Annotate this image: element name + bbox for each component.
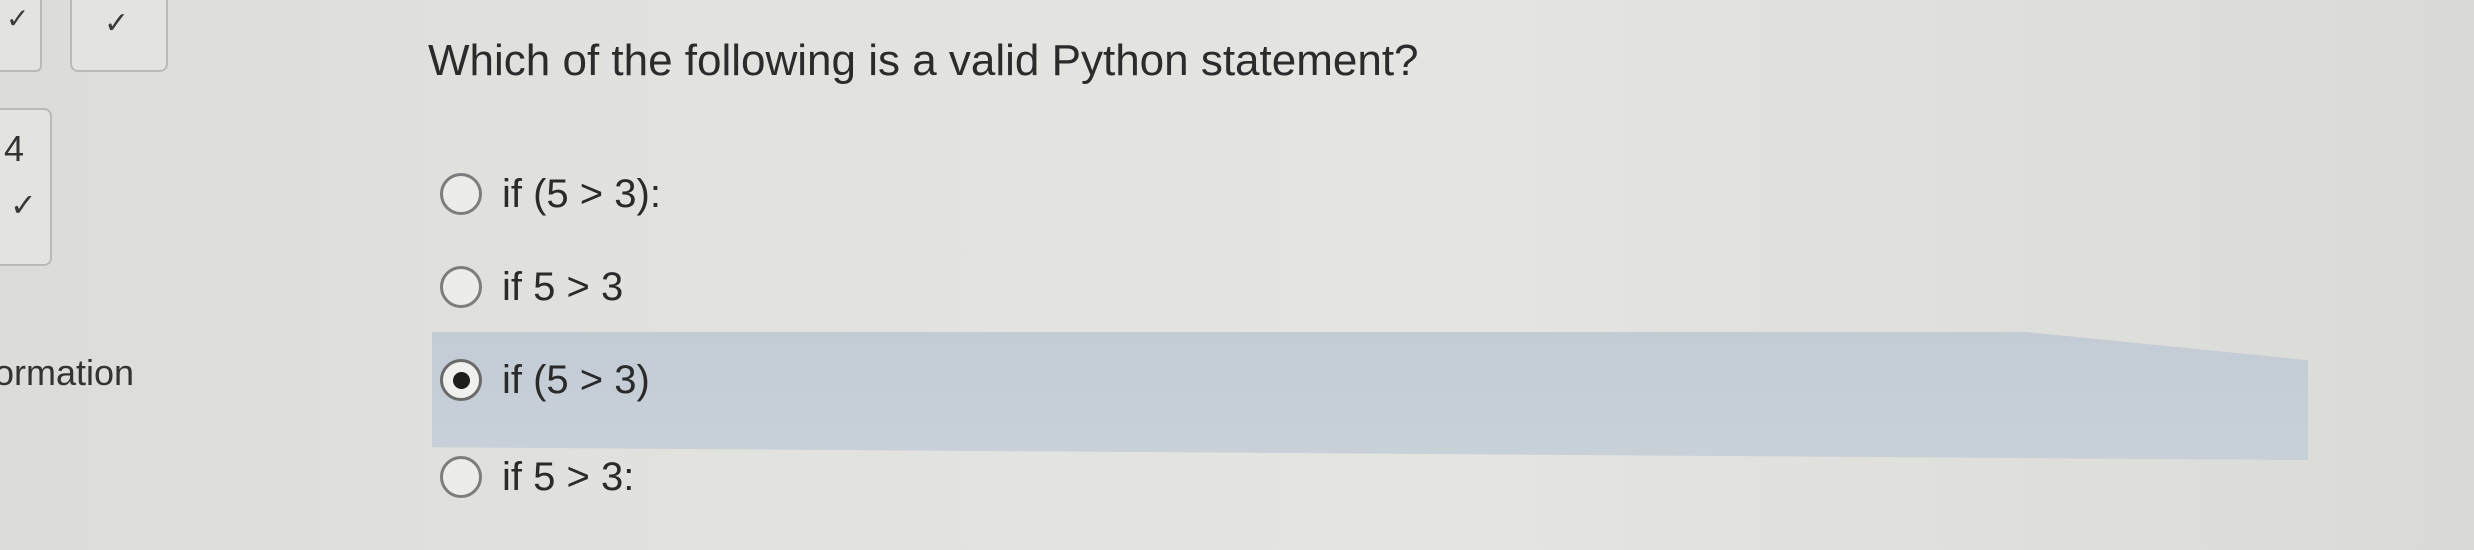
answer-option[interactable]: if (5 > 3): [430, 154, 661, 234]
radio-selected-dot-icon [452, 371, 470, 389]
checkmark-icon: ✓ [10, 186, 37, 224]
sidebar-information-link[interactable]: ormation [0, 352, 134, 394]
radio-button[interactable] [440, 266, 482, 308]
radio-button[interactable] [440, 456, 482, 498]
question-number: 4 [4, 128, 25, 169]
radio-button[interactable] [440, 173, 482, 215]
answer-option-selected[interactable]: if (5 > 3) [430, 340, 650, 420]
selected-answer-highlight [432, 332, 2308, 460]
answer-option-label: if 5 > 3 [502, 264, 624, 309]
question-text: Which of the following is a valid Python… [428, 36, 1419, 85]
answer-option[interactable]: if 5 > 3 [430, 247, 623, 327]
answer-option[interactable]: if 5 > 3: [430, 437, 634, 517]
checkmark-icon: ✓ [6, 2, 30, 35]
checkmark-icon: ✓ [104, 6, 130, 41]
answer-option-label: if (5 > 3) [502, 357, 650, 402]
answer-option-label: if 5 > 3: [502, 454, 635, 499]
radio-button-selected[interactable] [440, 359, 482, 401]
answer-option-label: if (5 > 3): [502, 171, 661, 216]
